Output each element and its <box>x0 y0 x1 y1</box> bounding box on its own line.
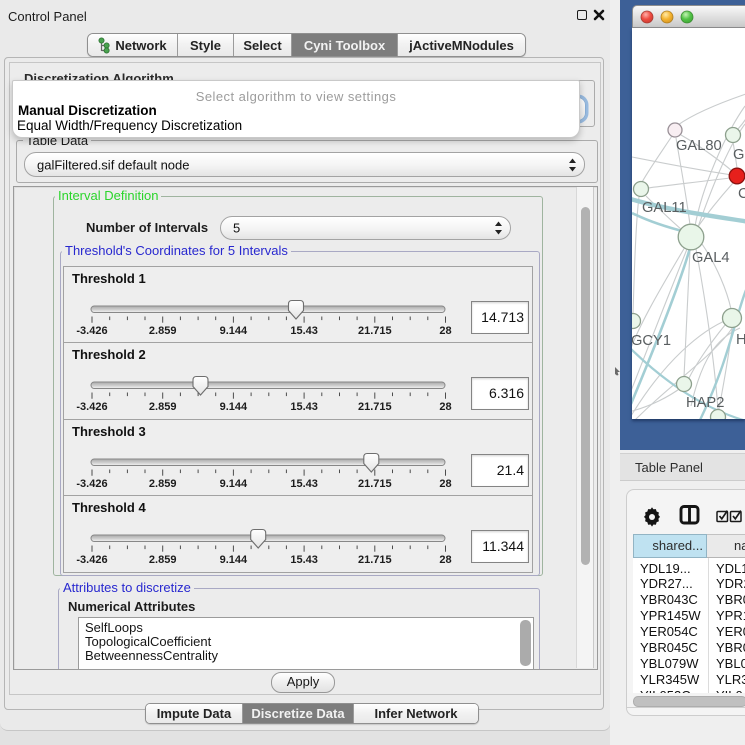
svg-text:GAL11: GAL11 <box>642 200 687 216</box>
svg-text:2.859: 2.859 <box>149 401 177 413</box>
svg-text:-3.426: -3.426 <box>76 325 107 337</box>
svg-text:15.43: 15.43 <box>290 325 318 337</box>
svg-text:2.859: 2.859 <box>149 554 177 566</box>
svg-text:2.859: 2.859 <box>149 478 177 490</box>
svg-text:HAP2: HAP2 <box>686 395 724 411</box>
svg-text:G.: G. <box>733 147 745 163</box>
svg-text:21.715: 21.715 <box>358 478 392 490</box>
svg-text:28: 28 <box>439 478 451 490</box>
svg-text:-3.426: -3.426 <box>76 554 107 566</box>
svg-text:15.43: 15.43 <box>290 478 318 490</box>
svg-text:28: 28 <box>439 554 451 566</box>
svg-text:GAL80: GAL80 <box>676 138 722 154</box>
svg-text:2.859: 2.859 <box>149 325 177 337</box>
svg-text:15.43: 15.43 <box>290 401 318 413</box>
svg-text:9.144: 9.144 <box>220 325 248 337</box>
svg-text:-3.426: -3.426 <box>76 401 107 413</box>
svg-text:28: 28 <box>439 401 451 413</box>
svg-text:15.43: 15.43 <box>290 554 318 566</box>
svg-text:21.715: 21.715 <box>358 325 392 337</box>
svg-text:GAL4: GAL4 <box>692 250 730 266</box>
svg-text:H: H <box>736 332 745 348</box>
svg-text:21.715: 21.715 <box>358 554 392 566</box>
svg-text:21.715: 21.715 <box>358 401 392 413</box>
svg-text:9.144: 9.144 <box>220 554 248 566</box>
svg-text:-3.426: -3.426 <box>76 478 107 490</box>
svg-text:GCY1: GCY1 <box>632 333 671 349</box>
svg-text:C: C <box>738 186 745 202</box>
svg-text:9.144: 9.144 <box>220 478 248 490</box>
svg-text:28: 28 <box>439 325 451 337</box>
svg-text:9.144: 9.144 <box>220 401 248 413</box>
